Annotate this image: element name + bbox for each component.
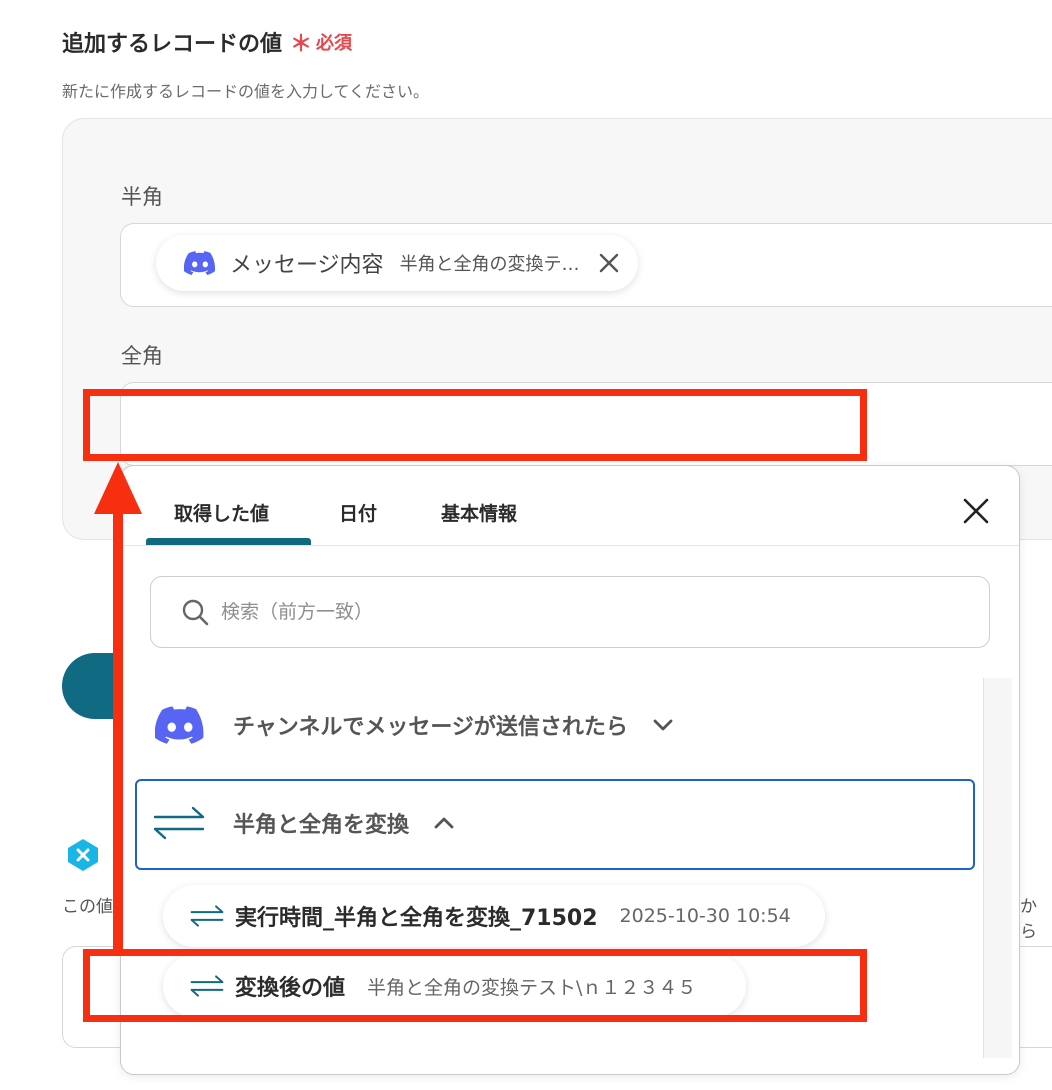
required-mark: ＊ [290, 32, 313, 57]
search-icon [181, 598, 209, 626]
highlight-target-field [83, 389, 867, 461]
active-tab-indicator [146, 538, 311, 545]
group-convert: 半角と全角を変換 [151, 803, 455, 843]
hankaku-value-chip[interactable]: メッセージ内容 半角と全角の変換テ… [156, 235, 638, 291]
section-title: 追加するレコードの値 ＊ 必須 [62, 26, 352, 58]
tab-basic-info[interactable]: 基本情報 [441, 499, 517, 526]
remove-chip-icon[interactable] [598, 252, 620, 274]
zenkaku-label: 全角 [121, 344, 163, 368]
item-title: 実行時間_半角と全角を変換_71502 [235, 906, 598, 931]
group-discord-trigger[interactable]: チャンネルでメッセージが送信されたら [155, 706, 674, 744]
chip-title: メッセージ内容 [230, 253, 384, 278]
group-label: チャンネルでメッセージが送信されたら [233, 715, 628, 740]
tab-acquired-values[interactable]: 取得した値 [174, 499, 269, 526]
discord-icon [155, 706, 205, 744]
discord-icon [184, 251, 216, 275]
required-label: 必須 [316, 33, 353, 54]
annotation-arrow [92, 462, 144, 956]
tab-date[interactable]: 日付 [339, 499, 377, 526]
search-input[interactable] [219, 600, 923, 624]
close-icon[interactable] [961, 496, 991, 530]
list-item[interactable]: 実行時間_半角と全角を変換_71502 2025-10-30 10:54 [163, 885, 825, 947]
highlight-source-item [83, 949, 867, 1022]
group-label: 半角と全角を変換 [233, 813, 410, 838]
section-title-text: 追加するレコードの値 [62, 32, 283, 57]
hankaku-label: 半角 [121, 185, 163, 209]
search-box[interactable] [150, 576, 990, 648]
scrollbar[interactable] [983, 678, 1012, 1058]
chevron-up-icon [433, 816, 455, 830]
convert-arrows-icon [151, 803, 207, 843]
section-description: 新たに作成するレコードの値を入力してください。 [62, 82, 430, 101]
chevron-down-icon [652, 718, 674, 732]
item-value: 2025-10-30 10:54 [619, 905, 791, 927]
chip-value: 半角と全角の変換テ… [399, 254, 580, 275]
desc-right-fragment: から [1020, 897, 1037, 942]
convert-arrows-icon [189, 903, 225, 929]
tabs-divider [121, 545, 1019, 546]
